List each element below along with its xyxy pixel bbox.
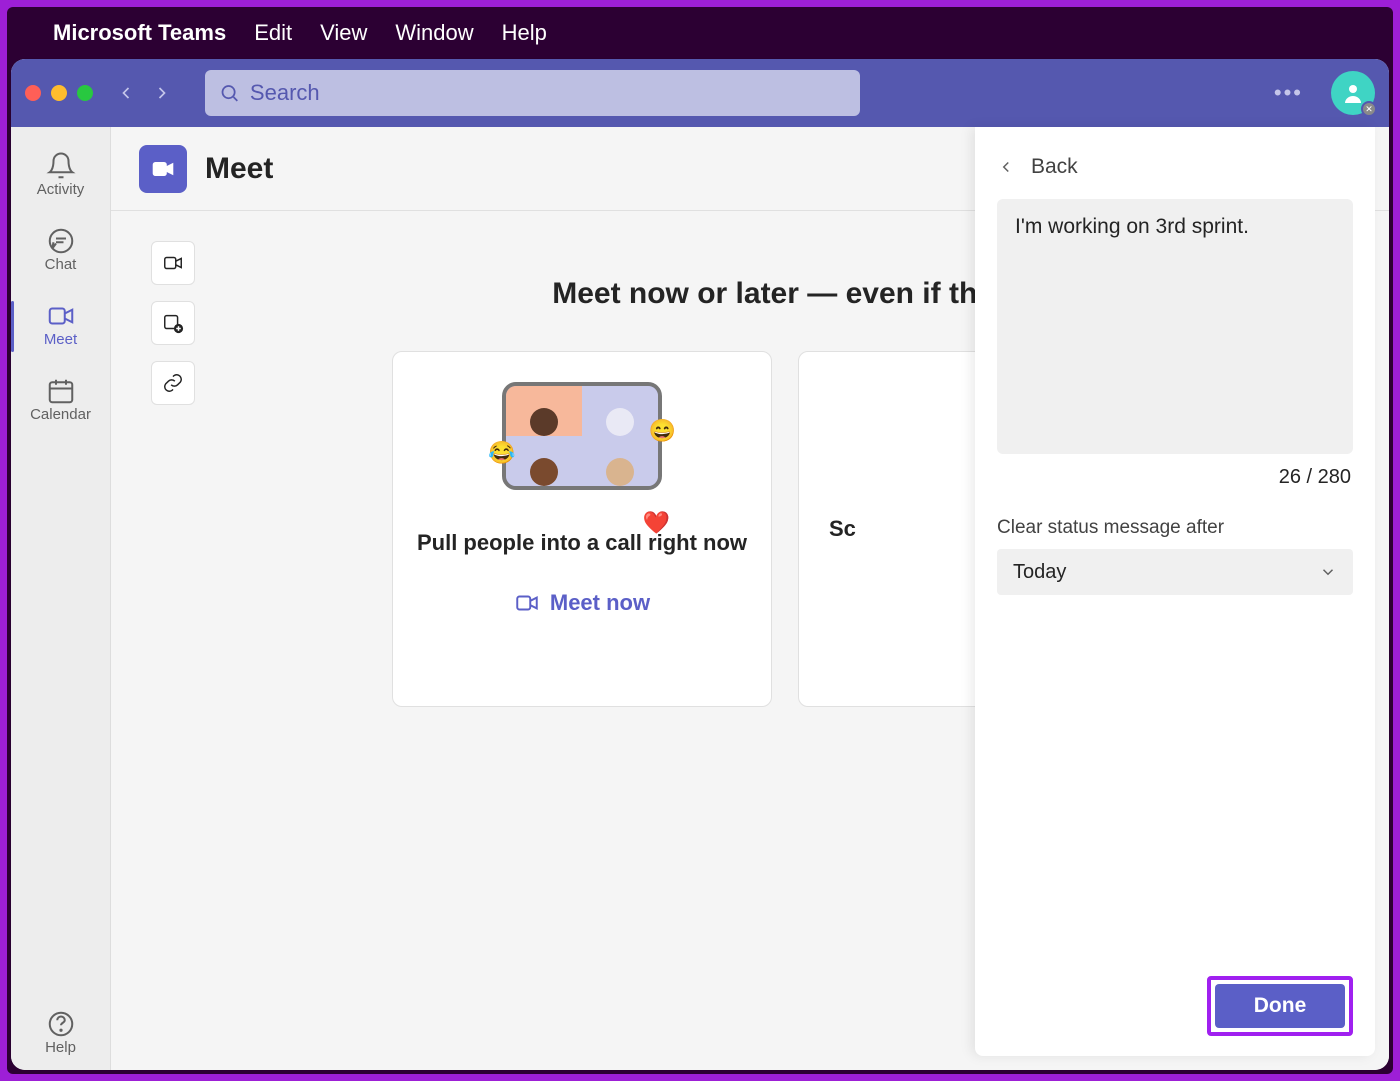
clear-after-select[interactable]: Today: [997, 549, 1353, 595]
rail-calendar[interactable]: Calendar: [11, 366, 110, 437]
laugh-emoji-icon: 😂: [488, 440, 515, 466]
rail-label: Help: [45, 1039, 76, 1056]
menubar-window[interactable]: Window: [395, 20, 473, 46]
traffic-lights: [25, 85, 93, 101]
mac-menubar: Microsoft Teams Edit View Window Help: [7, 7, 1393, 59]
smile-emoji-icon: 😄: [649, 418, 676, 444]
rail-chat[interactable]: Chat: [11, 216, 110, 287]
titlebar: •••: [11, 59, 1389, 127]
app-window: ••• Activity Chat Meet: [11, 59, 1389, 1070]
panel-back-label: Back: [1031, 155, 1078, 179]
meet-app-icon: [139, 145, 187, 193]
link-button[interactable]: [151, 361, 195, 405]
minimize-window-button[interactable]: [51, 85, 67, 101]
rail-label: Calendar: [30, 406, 91, 423]
rail-activity[interactable]: Activity: [11, 141, 110, 212]
close-window-button[interactable]: [25, 85, 41, 101]
profile-avatar[interactable]: [1331, 71, 1375, 115]
card-title: Pull people into a call right now: [417, 530, 747, 556]
new-meeting-button[interactable]: [151, 301, 195, 345]
page-title: Meet: [205, 152, 273, 186]
rail-label: Chat: [45, 256, 77, 273]
status-panel: Back 26 / 280 Clear status message after…: [975, 127, 1375, 1056]
meet-now-button[interactable]: Meet now: [514, 590, 650, 616]
camera-button[interactable]: [151, 241, 195, 285]
meet-toolbar: [151, 241, 195, 1040]
nav-forward-button[interactable]: [149, 80, 175, 106]
search-box[interactable]: [205, 70, 860, 116]
status-message-input[interactable]: [997, 199, 1353, 454]
rail-help[interactable]: Help: [11, 999, 110, 1070]
hero-heading: Meet now or later — even if they': [552, 277, 1018, 311]
menubar-view[interactable]: View: [320, 20, 367, 46]
meet-now-label: Meet now: [550, 590, 650, 616]
fullscreen-window-button[interactable]: [77, 85, 93, 101]
menubar-help[interactable]: Help: [502, 20, 547, 46]
rail-label: Meet: [44, 331, 77, 348]
status-badge-icon: [1361, 101, 1377, 117]
chevron-down-icon: [1319, 563, 1337, 581]
people-grid-illustration: [502, 382, 662, 490]
done-highlight: Done: [1207, 976, 1353, 1036]
more-options-button[interactable]: •••: [1274, 80, 1303, 106]
schedule-card-text: Sc: [829, 516, 856, 542]
app-rail: Activity Chat Meet Calendar Help: [11, 127, 111, 1070]
char-counter: 26 / 280: [997, 454, 1353, 517]
clear-after-value: Today: [1013, 561, 1066, 584]
menubar-edit[interactable]: Edit: [254, 20, 292, 46]
heart-emoji-icon: ❤️: [643, 510, 670, 536]
search-input[interactable]: [250, 80, 846, 106]
rail-label: Activity: [37, 181, 85, 198]
done-button[interactable]: Done: [1215, 984, 1345, 1028]
panel-back-button[interactable]: Back: [997, 147, 1353, 199]
nav-back-button[interactable]: [113, 80, 139, 106]
rail-meet[interactable]: Meet: [11, 291, 110, 362]
search-icon: [219, 82, 240, 104]
meet-now-card: 😂 😄 ❤️ Pull people into a call right now…: [392, 351, 772, 707]
menubar-app-name[interactable]: Microsoft Teams: [53, 20, 226, 46]
clear-after-label: Clear status message after: [997, 517, 1353, 539]
